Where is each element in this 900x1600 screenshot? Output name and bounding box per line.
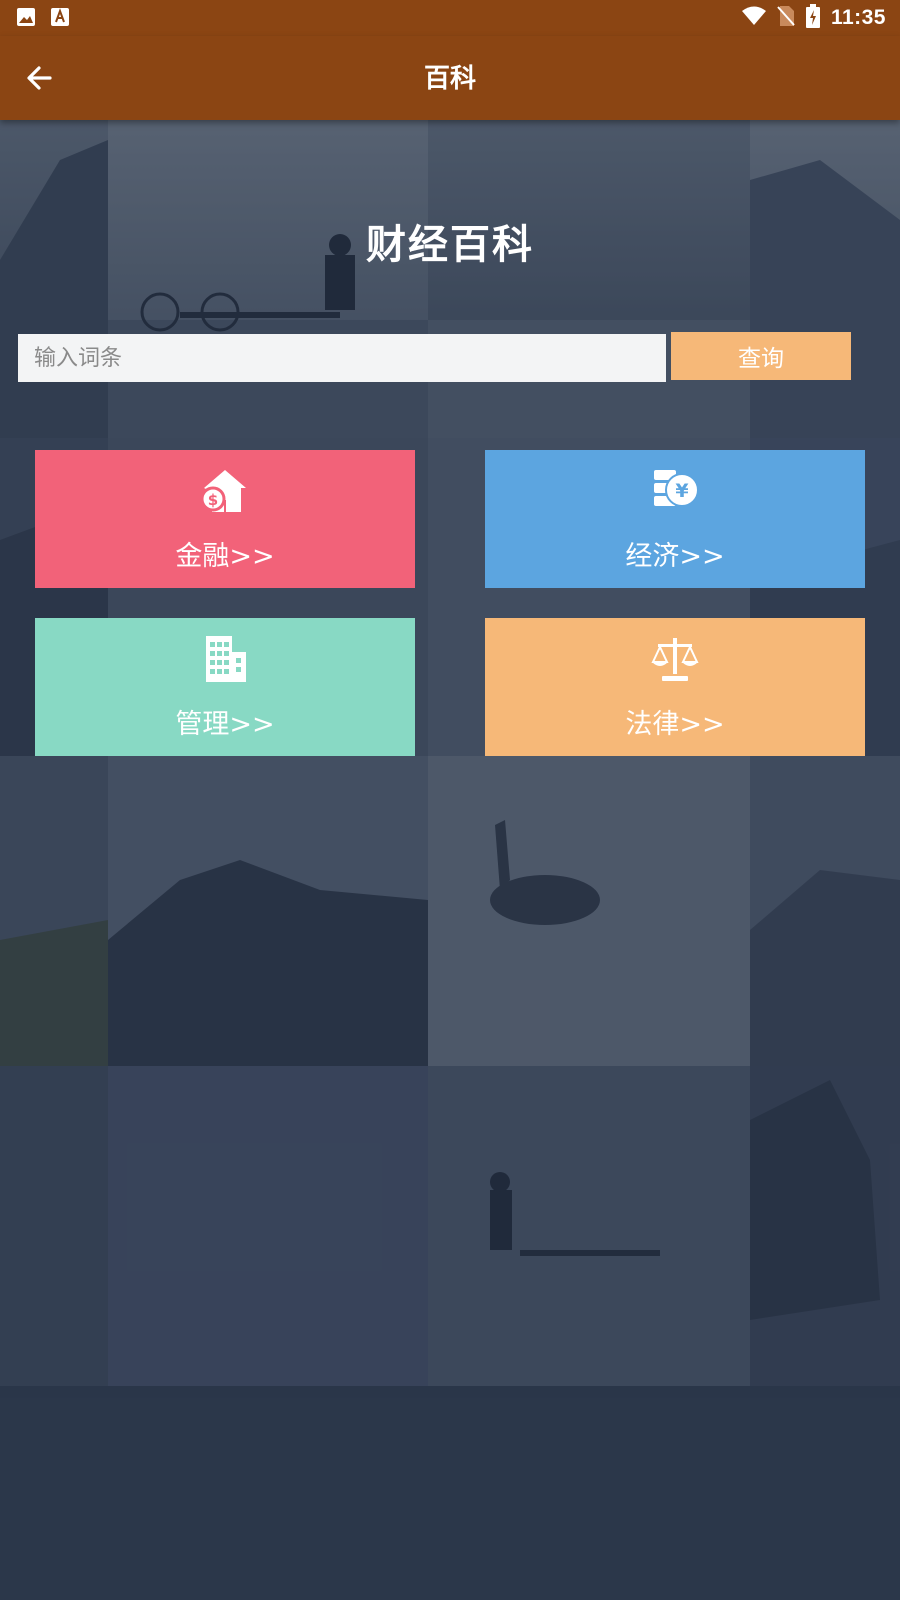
svg-text:$: $	[208, 491, 218, 509]
font-icon	[50, 7, 70, 27]
page-title: 财经百科	[366, 222, 534, 268]
category-card-finance[interactable]: $ 金融>>	[35, 450, 415, 588]
search-button[interactable]: 查询	[671, 332, 851, 380]
category-label: 法律>>	[625, 709, 725, 740]
no-sim-icon	[777, 5, 795, 31]
image-icon	[16, 7, 36, 27]
status-left-icons	[16, 7, 70, 27]
svg-text:¥: ¥	[675, 480, 688, 502]
category-card-law[interactable]: 法律>>	[485, 618, 865, 756]
app-screen: 11:35 百科 财经百科 查询 $ 金融>>	[0, 0, 900, 1600]
money-house-icon: $	[35, 466, 415, 516]
category-label: 管理>>	[175, 709, 275, 740]
status-right-icons: 11:35	[741, 4, 886, 32]
category-label: 经济>>	[625, 541, 725, 572]
yuan-coins-icon: ¥	[485, 466, 865, 516]
app-toolbar: 百科	[0, 36, 900, 120]
category-card-economy[interactable]: ¥ 经济>>	[485, 450, 865, 588]
status-time: 11:35	[830, 6, 886, 29]
battery-charging-icon	[805, 4, 821, 32]
status-bar: 11:35	[0, 0, 900, 36]
scale-icon	[485, 634, 865, 684]
category-card-management[interactable]: 管理>>	[35, 618, 415, 756]
toolbar-title: 百科	[423, 64, 476, 94]
search-input[interactable]	[18, 334, 666, 382]
building-icon	[35, 634, 415, 684]
category-label: 金融>>	[175, 541, 275, 572]
wifi-icon	[741, 5, 767, 31]
